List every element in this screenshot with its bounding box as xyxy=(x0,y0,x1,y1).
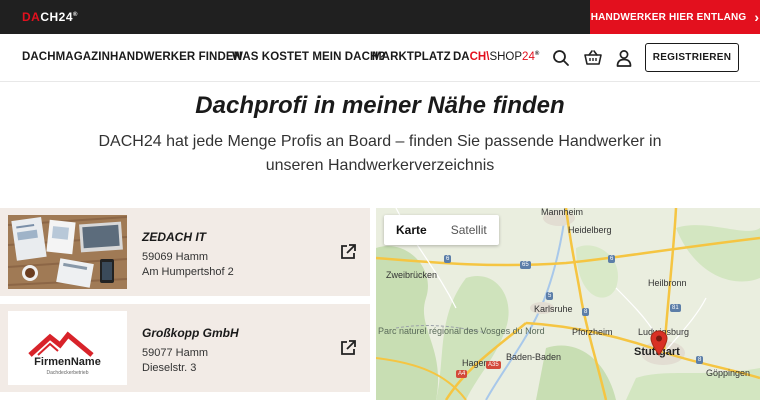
road-shield: 8 xyxy=(582,308,590,316)
road-shield: 8 xyxy=(696,356,704,364)
shop-logo-registered: ® xyxy=(534,51,540,58)
listing-street: Dieselstr. 3 xyxy=(142,362,197,374)
logo-registered: ® xyxy=(73,12,78,18)
shop-logo-part: 24 xyxy=(522,51,535,63)
map-label-city: Heilbronn xyxy=(648,278,687,288)
map-label-city: Mannheim xyxy=(541,208,584,217)
logo-company-name: FirmenName xyxy=(34,356,101,368)
listing-card[interactable]: ZEDACH IT 59069 Hamm Am Humpertshof 2 xyxy=(0,208,370,296)
page-subtitle: DACH24 hat jede Menge Profis an Board – … xyxy=(98,133,662,174)
map-view[interactable]: Karte Satellit Mannheim Heidelberg Zweib… xyxy=(376,208,760,400)
nav-item-marktplatz[interactable]: MARKTPLATZ xyxy=(372,51,451,63)
shop-logo-part: SHOP xyxy=(489,51,523,63)
road-shield: 81 xyxy=(670,304,681,312)
nav-item-handwerker-finden[interactable]: HANDWERKER FINDEN xyxy=(110,51,242,63)
listing-card[interactable]: FirmenName Dachdeckerbetrieb Großkopp Gm… xyxy=(0,304,370,392)
page-title: Dachprofi in meiner Nähe finden xyxy=(195,92,565,119)
user-icon[interactable] xyxy=(614,48,634,68)
map-label-city: Heidelberg xyxy=(568,225,612,235)
search-icon[interactable] xyxy=(551,48,571,68)
dach24-logo[interactable]: DACH24® xyxy=(22,10,78,24)
map-type-tabs: Karte Satellit xyxy=(384,215,499,245)
logo-part: DA xyxy=(22,10,41,24)
shop-logo-part: DA xyxy=(453,51,470,63)
road-shield: 5 xyxy=(546,292,554,300)
listing-street: Am Humpertshof 2 xyxy=(142,266,234,278)
dach24-shop-logo[interactable]: DACH\SHOP24® xyxy=(453,51,539,63)
listing-image-logo: FirmenName Dachdeckerbetrieb xyxy=(8,311,127,385)
map-label-city: Göppingen xyxy=(706,368,751,378)
road-shield: A4 xyxy=(456,370,468,378)
chevron-right-icon: › xyxy=(754,9,760,25)
nav-item-dachmagazin[interactable]: DACHMAGAZIN xyxy=(22,51,110,63)
craftsman-entry-label: HANDWERKER HIER ENTLANG xyxy=(590,11,747,23)
basket-icon[interactable] xyxy=(583,48,603,68)
road-shield: 6 xyxy=(444,255,452,263)
map-tab-karte[interactable]: Karte xyxy=(384,215,439,245)
map-label-city: Zweibrücken xyxy=(386,270,438,280)
map-tab-satellit[interactable]: Satellit xyxy=(439,215,499,245)
shop-logo-part: CH xyxy=(469,51,487,63)
road-shield: 65 xyxy=(520,261,531,269)
road-shield: 6 xyxy=(608,255,616,263)
external-link-icon[interactable] xyxy=(338,242,358,262)
external-link-icon[interactable] xyxy=(338,338,358,358)
logo-part: CH24 xyxy=(40,10,74,24)
map-label-city: Karlsruhe xyxy=(534,304,573,314)
map-label-city: Pforzheim xyxy=(572,327,613,337)
craftsman-entry-button[interactable]: HANDWERKER HIER ENTLANG › xyxy=(590,0,760,34)
main-nav: DACHMAGAZIN HANDWERKER FINDEN WAS KOSTET… xyxy=(0,34,760,82)
listing-zip-city: 59069 Hamm xyxy=(142,251,209,263)
listing-name[interactable]: ZEDACH IT xyxy=(142,230,206,244)
listing-image-office xyxy=(8,215,127,289)
register-button[interactable]: REGISTRIEREN xyxy=(645,43,739,72)
top-bar: DACH24® HANDWERKER HIER ENTLANG › xyxy=(0,0,760,34)
map-label-city: Baden-Baden xyxy=(506,352,562,362)
logo-company-sub: Dachdeckerbetrieb xyxy=(46,370,89,376)
listing-name[interactable]: Großkopp GmbH xyxy=(142,326,239,340)
listing-zip-city: 59077 Hamm xyxy=(142,347,209,359)
road-shield: A35 xyxy=(486,361,501,369)
nav-item-was-kostet[interactable]: WAS KOSTET MEIN DACH? xyxy=(232,51,386,63)
map-label-region: Parc naturel régional des Vosges du Nord xyxy=(378,326,545,336)
map-marker-icon[interactable] xyxy=(650,330,668,356)
